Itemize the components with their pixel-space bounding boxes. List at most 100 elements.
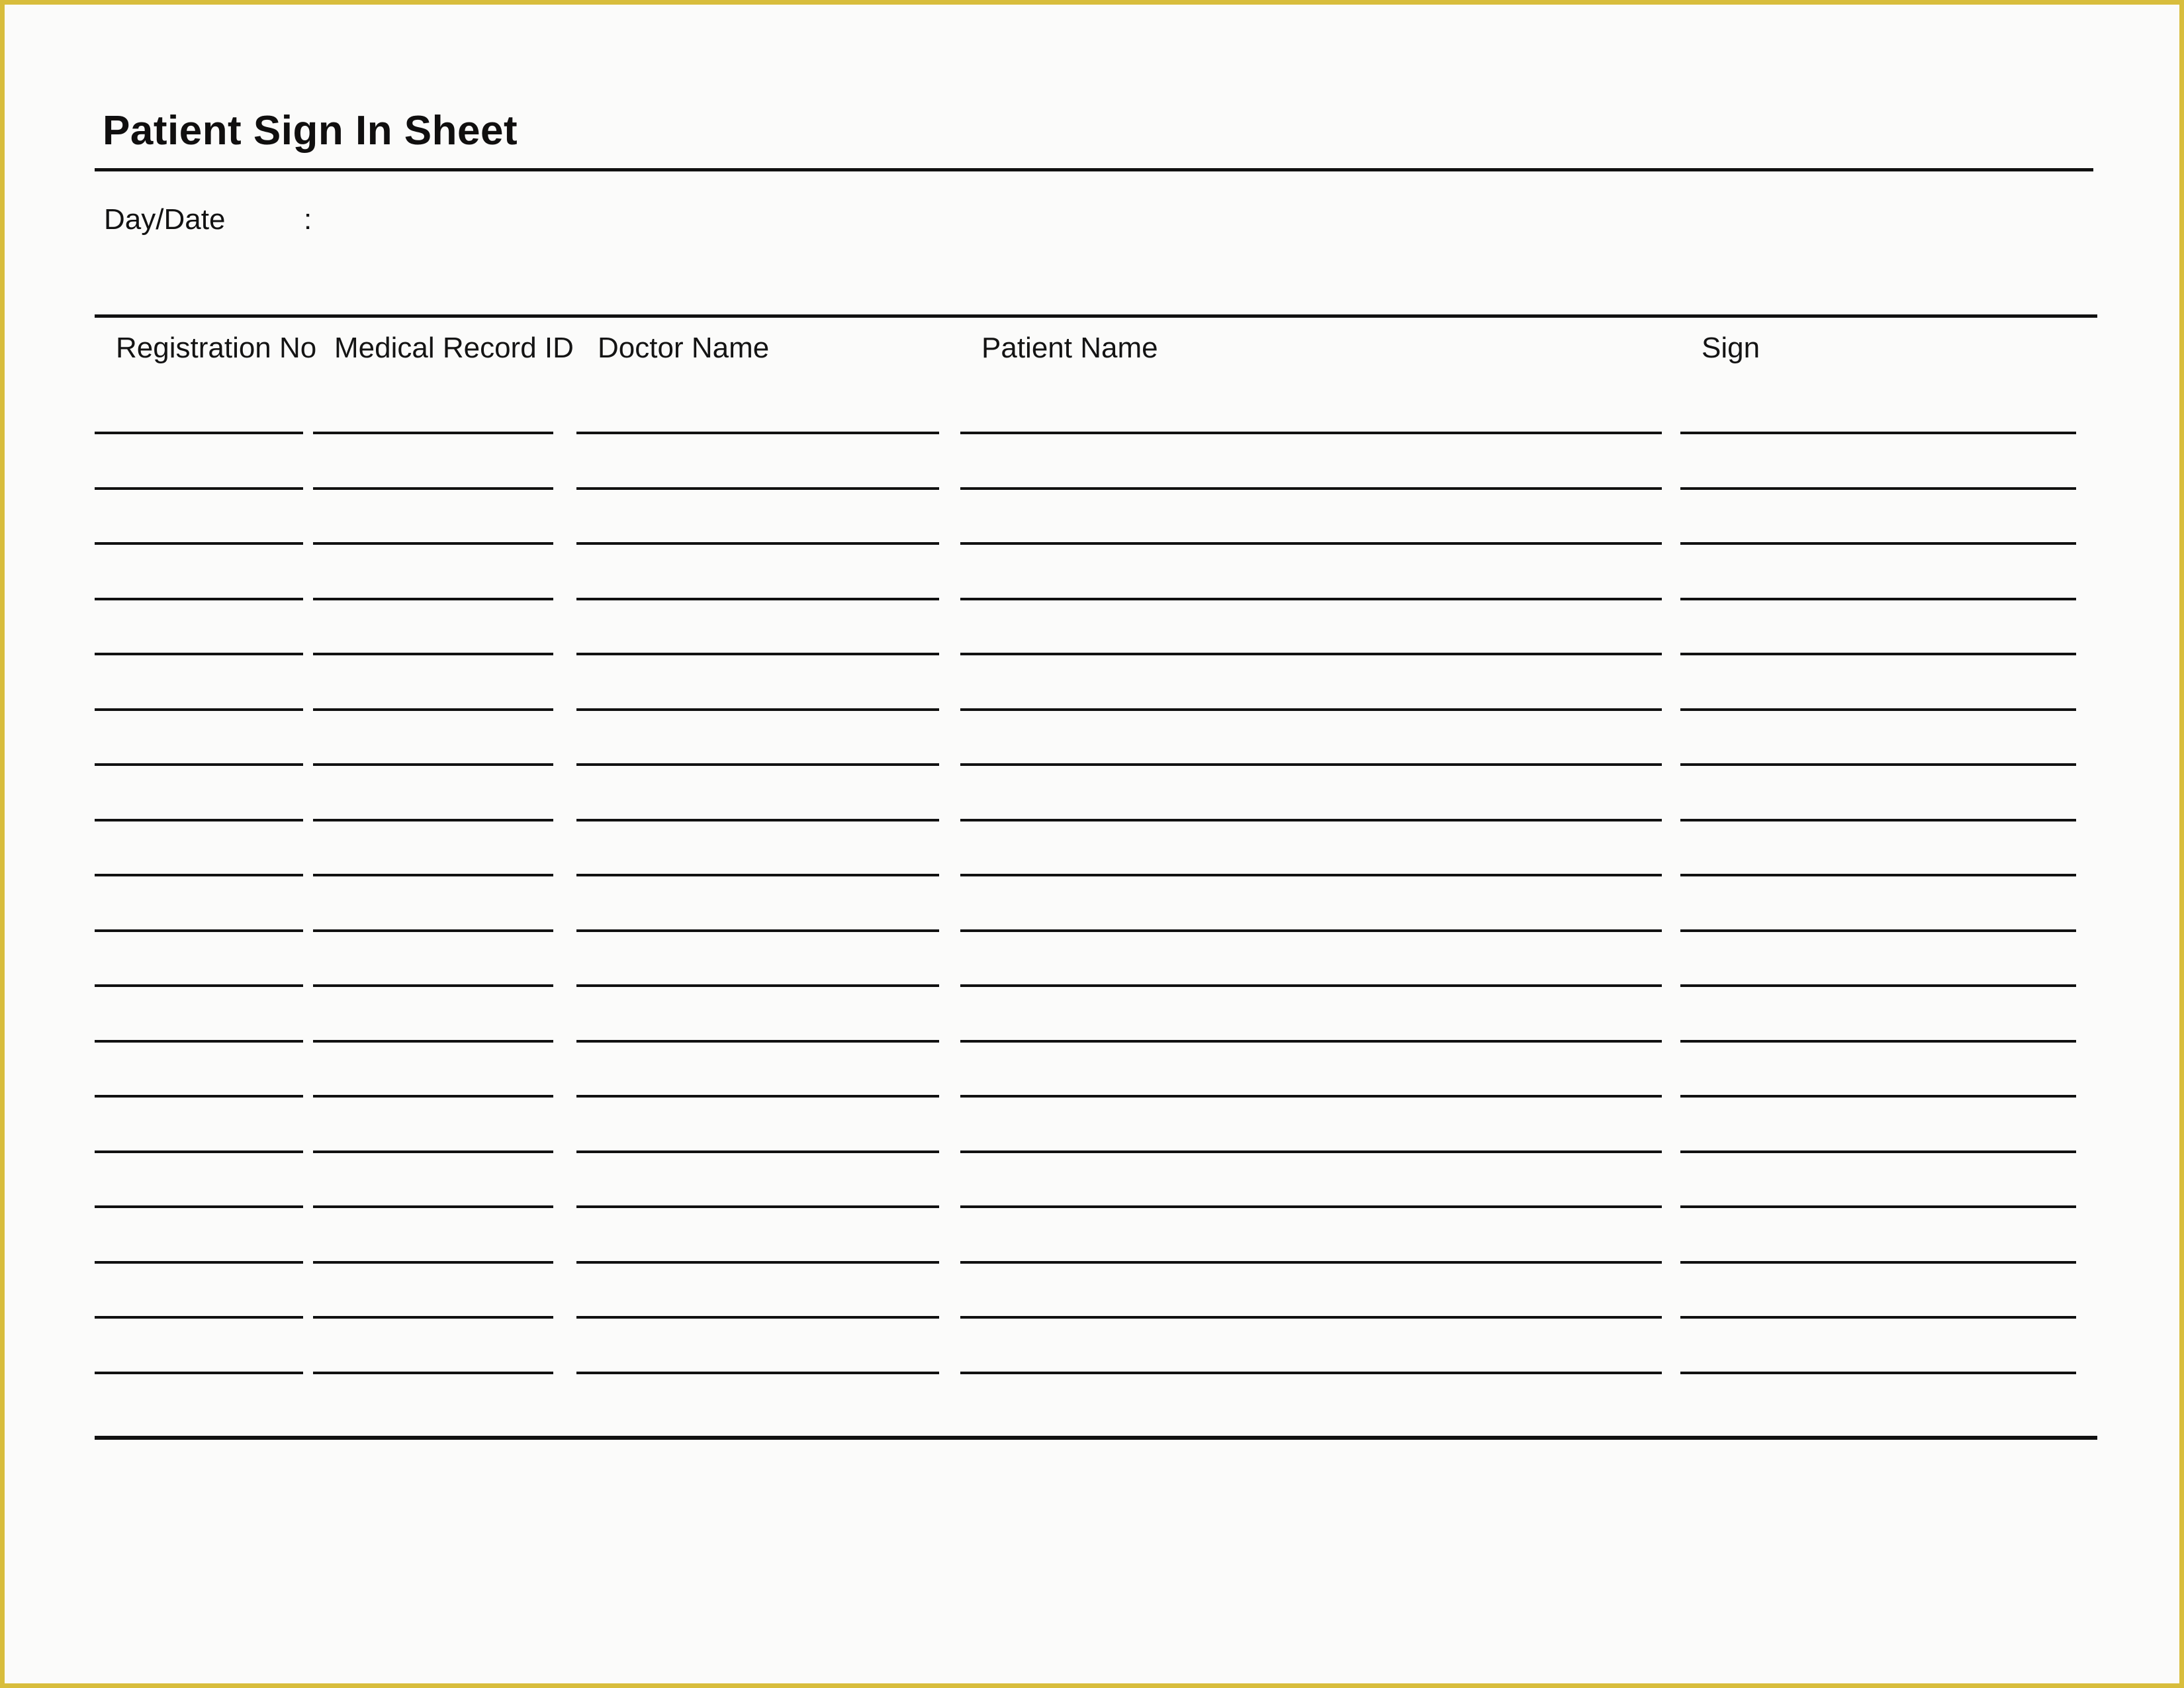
page-title: Patient Sign In Sheet bbox=[103, 108, 518, 154]
row-write-line[interactable] bbox=[95, 542, 303, 545]
row-write-line[interactable] bbox=[576, 763, 939, 766]
row-write-line[interactable] bbox=[960, 1150, 1662, 1153]
row-write-line[interactable] bbox=[95, 984, 303, 987]
row-write-line[interactable] bbox=[313, 708, 553, 711]
row-write-line[interactable] bbox=[576, 929, 939, 932]
table-bottom-rule bbox=[95, 1436, 2097, 1440]
row-write-line[interactable] bbox=[95, 1095, 303, 1098]
row-write-line[interactable] bbox=[576, 1205, 939, 1208]
row-write-line[interactable] bbox=[576, 1261, 939, 1264]
table-top-rule bbox=[95, 314, 2097, 318]
row-write-line[interactable] bbox=[960, 929, 1662, 932]
row-write-line[interactable] bbox=[95, 819, 303, 821]
row-write-line[interactable] bbox=[313, 487, 553, 490]
row-write-line[interactable] bbox=[576, 708, 939, 711]
row-write-line[interactable] bbox=[960, 1040, 1662, 1043]
row-write-line[interactable] bbox=[960, 598, 1662, 600]
row-write-line[interactable] bbox=[95, 1205, 303, 1208]
row-write-line[interactable] bbox=[1680, 598, 2076, 600]
row-write-line[interactable] bbox=[1680, 1150, 2076, 1153]
row-write-line[interactable] bbox=[960, 653, 1662, 655]
row-write-line[interactable] bbox=[960, 487, 1662, 490]
header-underline-rule[interactable] bbox=[960, 432, 1662, 434]
row-write-line[interactable] bbox=[95, 598, 303, 600]
row-write-line[interactable] bbox=[1680, 984, 2076, 987]
row-write-line[interactable] bbox=[960, 1095, 1662, 1098]
row-write-line[interactable] bbox=[95, 929, 303, 932]
row-write-line[interactable] bbox=[313, 653, 553, 655]
row-write-line[interactable] bbox=[313, 1372, 553, 1374]
column-header-registration-no: Registration No bbox=[116, 332, 317, 364]
row-write-line[interactable] bbox=[576, 487, 939, 490]
column-header-patient-name: Patient Name bbox=[981, 332, 1158, 364]
row-write-line[interactable] bbox=[576, 1040, 939, 1043]
row-write-line[interactable] bbox=[1680, 1095, 2076, 1098]
row-write-line[interactable] bbox=[95, 653, 303, 655]
row-write-line[interactable] bbox=[960, 1316, 1662, 1319]
row-write-line[interactable] bbox=[576, 1095, 939, 1098]
row-write-line[interactable] bbox=[313, 819, 553, 821]
row-write-line[interactable] bbox=[95, 487, 303, 490]
row-write-line[interactable] bbox=[313, 542, 553, 545]
row-write-line[interactable] bbox=[313, 984, 553, 987]
row-write-line[interactable] bbox=[313, 598, 553, 600]
row-write-line[interactable] bbox=[313, 929, 553, 932]
row-write-line[interactable] bbox=[576, 542, 939, 545]
header-underline-rule[interactable] bbox=[576, 432, 939, 434]
row-write-line[interactable] bbox=[1680, 1372, 2076, 1374]
row-write-line[interactable] bbox=[95, 1261, 303, 1264]
row-write-line[interactable] bbox=[576, 819, 939, 821]
row-write-line[interactable] bbox=[576, 984, 939, 987]
row-write-line[interactable] bbox=[95, 1372, 303, 1374]
row-write-line[interactable] bbox=[1680, 1040, 2076, 1043]
row-write-line[interactable] bbox=[95, 874, 303, 876]
row-write-line[interactable] bbox=[95, 763, 303, 766]
row-write-line[interactable] bbox=[960, 874, 1662, 876]
row-write-line[interactable] bbox=[313, 1261, 553, 1264]
row-write-line[interactable] bbox=[576, 1316, 939, 1319]
row-write-line[interactable] bbox=[1680, 929, 2076, 932]
row-write-line[interactable] bbox=[1680, 819, 2076, 821]
row-write-line[interactable] bbox=[576, 874, 939, 876]
row-write-line[interactable] bbox=[313, 763, 553, 766]
row-write-line[interactable] bbox=[960, 819, 1662, 821]
title-underline-rule bbox=[95, 168, 2093, 171]
row-write-line[interactable] bbox=[313, 874, 553, 876]
row-write-line[interactable] bbox=[960, 984, 1662, 987]
row-write-line[interactable] bbox=[960, 1372, 1662, 1374]
day-date-separator: : bbox=[304, 203, 312, 236]
header-underline-rule[interactable] bbox=[313, 432, 553, 434]
row-write-line[interactable] bbox=[960, 1261, 1662, 1264]
row-write-line[interactable] bbox=[1680, 542, 2076, 545]
row-write-line[interactable] bbox=[313, 1150, 553, 1153]
row-write-line[interactable] bbox=[95, 1150, 303, 1153]
row-write-line[interactable] bbox=[95, 1040, 303, 1043]
row-write-line[interactable] bbox=[313, 1095, 553, 1098]
row-write-line[interactable] bbox=[313, 1316, 553, 1319]
row-write-line[interactable] bbox=[1680, 874, 2076, 876]
row-write-line[interactable] bbox=[960, 763, 1662, 766]
row-write-line[interactable] bbox=[960, 542, 1662, 545]
row-write-line[interactable] bbox=[1680, 1261, 2076, 1264]
header-underline-rule[interactable] bbox=[95, 432, 303, 434]
row-write-line[interactable] bbox=[1680, 708, 2076, 711]
row-write-line[interactable] bbox=[576, 1150, 939, 1153]
document-page: Patient Sign In Sheet Day/Date : Registr… bbox=[0, 0, 2184, 1688]
row-write-line[interactable] bbox=[95, 1316, 303, 1319]
column-header-medical-record-id: Medical Record ID bbox=[334, 332, 574, 364]
row-write-line[interactable] bbox=[576, 653, 939, 655]
row-write-line[interactable] bbox=[1680, 763, 2076, 766]
row-write-line[interactable] bbox=[1680, 487, 2076, 490]
row-write-line[interactable] bbox=[576, 1372, 939, 1374]
row-write-line[interactable] bbox=[576, 598, 939, 600]
row-write-line[interactable] bbox=[1680, 1316, 2076, 1319]
header-underline-rule[interactable] bbox=[1680, 432, 2076, 434]
row-write-line[interactable] bbox=[313, 1040, 553, 1043]
row-write-line[interactable] bbox=[1680, 653, 2076, 655]
column-header-sign: Sign bbox=[1702, 332, 1760, 364]
row-write-line[interactable] bbox=[1680, 1205, 2076, 1208]
row-write-line[interactable] bbox=[960, 1205, 1662, 1208]
row-write-line[interactable] bbox=[95, 708, 303, 711]
row-write-line[interactable] bbox=[960, 708, 1662, 711]
row-write-line[interactable] bbox=[313, 1205, 553, 1208]
